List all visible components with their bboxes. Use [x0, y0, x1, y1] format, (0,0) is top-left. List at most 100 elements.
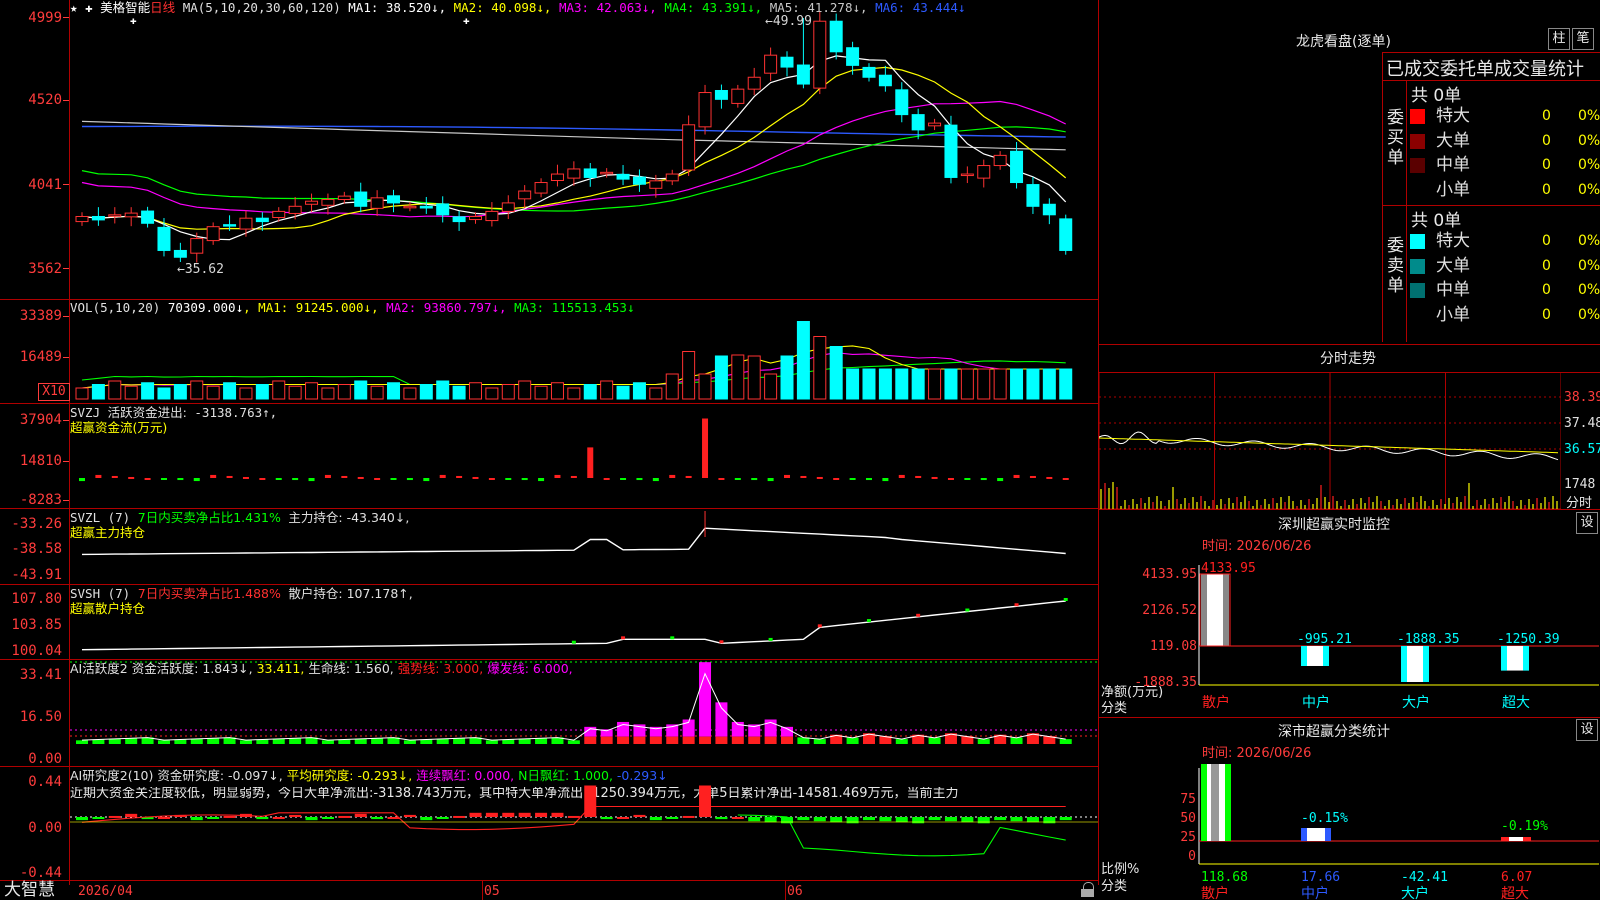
volume-bar [764, 373, 778, 400]
volume-bar [911, 368, 925, 400]
fund-flow-bar [242, 476, 249, 479]
svsh-chart [81, 597, 1068, 651]
monitor-value-label: 4133.95 [1201, 561, 1256, 576]
research-bar [453, 815, 466, 818]
vol-unit-badge[interactable]: X10 [38, 383, 70, 401]
intraday-chart[interactable] [1099, 372, 1561, 509]
intraday-y-label: 38.39 [1564, 390, 1600, 405]
research-bar [731, 817, 744, 819]
fund-flow-bar [767, 478, 774, 482]
activity-bar [928, 737, 941, 744]
fund-flow-bar [111, 475, 118, 478]
candle-body [977, 165, 991, 179]
volume-bar [1059, 368, 1073, 400]
buy-order-label: 委买单 [1387, 108, 1404, 168]
ai-active-y-label: 0.00 [28, 751, 62, 767]
svzj-chart [79, 418, 1069, 482]
volume-bar [665, 373, 679, 400]
volume-bar [452, 385, 466, 400]
order-type-label: 大单 [1436, 255, 1470, 276]
activity-bar [256, 739, 269, 744]
divider-xaxis [0, 880, 1099, 881]
classify-category-label: 超大 [1501, 886, 1529, 900]
order-count: 0 [1542, 257, 1551, 274]
order-type-label: 特大 [1436, 231, 1470, 251]
lock-icon-body [1081, 889, 1094, 897]
volume-bar [583, 384, 597, 400]
research-bar [567, 815, 580, 818]
order-color-swatch [1410, 234, 1425, 249]
order-pct: 0% [1578, 157, 1600, 173]
activity-bar [371, 738, 384, 744]
activity-bar [239, 740, 252, 744]
fund-flow-bar [521, 478, 528, 481]
activity-bar [174, 739, 187, 744]
order-row: 中单 0 0% [1410, 153, 1600, 177]
candle-body [780, 56, 794, 68]
app-logo[interactable]: 大智慧 [4, 881, 55, 900]
research-bar [666, 817, 679, 819]
fund-flow-bar [997, 478, 1004, 482]
research-bar [928, 817, 941, 821]
x-date-tick [482, 880, 483, 900]
fund-flow-bar [1013, 474, 1020, 478]
bar-view-button[interactable]: 柱 [1548, 28, 1570, 50]
tick-view-button[interactable]: 笔 [1572, 28, 1594, 50]
ai-research-y-label: 0.44 [28, 774, 62, 790]
volume-bar [124, 385, 138, 400]
fund-flow-bar [947, 478, 954, 480]
ai-active-y-label: 33.41 [19, 667, 62, 683]
research-bar [830, 817, 843, 823]
ai-research-y-label: 0.00 [28, 820, 62, 836]
order-color-swatch [1410, 182, 1425, 198]
activity-bar [354, 738, 367, 744]
fund-flow-bar [226, 475, 233, 478]
fund-flow-bar [177, 478, 184, 481]
candle-body [616, 173, 630, 180]
volume-bar [895, 368, 909, 400]
research-bar [485, 812, 498, 817]
kline-chart[interactable] [70, 0, 1098, 299]
fund-flow-bar [554, 474, 561, 478]
fund-flow-bar [488, 478, 495, 480]
candle-body [895, 89, 909, 116]
sell-total: 共 0单 [1411, 211, 1462, 231]
research-bar [1059, 817, 1072, 821]
fund-flow-bar [472, 476, 479, 479]
fund-flow-bar [292, 478, 299, 481]
candle-body [698, 92, 712, 128]
intraday-vol-label: 1748 [1564, 477, 1596, 492]
volume-bar [190, 380, 204, 400]
activity-bar [584, 736, 597, 744]
volume-bar [387, 382, 401, 400]
fund-flow-bar [718, 478, 725, 480]
candle-body [878, 74, 892, 87]
retail-tick [719, 640, 724, 644]
candle-body [534, 182, 548, 194]
classify-bottom-value: 118.68 [1201, 870, 1248, 885]
order-count: 0 [1542, 157, 1551, 173]
order-pct: 0% [1578, 108, 1600, 124]
activity-bar [1010, 737, 1023, 744]
candle-body [501, 202, 515, 212]
research-bar [108, 815, 121, 818]
retail-tick [817, 624, 822, 628]
order-pct: 0% [1578, 257, 1600, 274]
volume-bar [255, 384, 269, 400]
research-bar [584, 785, 597, 817]
candle-body [485, 210, 499, 222]
research-bar [961, 817, 974, 823]
research-bar [403, 814, 416, 817]
fund-flow-bar [324, 474, 331, 478]
activity-bar [666, 736, 679, 744]
activity-bar [289, 738, 302, 744]
fund-flow-bar [144, 478, 151, 480]
retail-tick [1063, 597, 1068, 601]
candle-body [682, 124, 696, 171]
fund-flow-bar [849, 478, 856, 480]
volume-bar [1010, 368, 1024, 400]
research-bar [92, 817, 105, 819]
fund-flow-bar [636, 478, 643, 481]
dragon-divider [1382, 52, 1600, 53]
research-bar [256, 817, 269, 820]
